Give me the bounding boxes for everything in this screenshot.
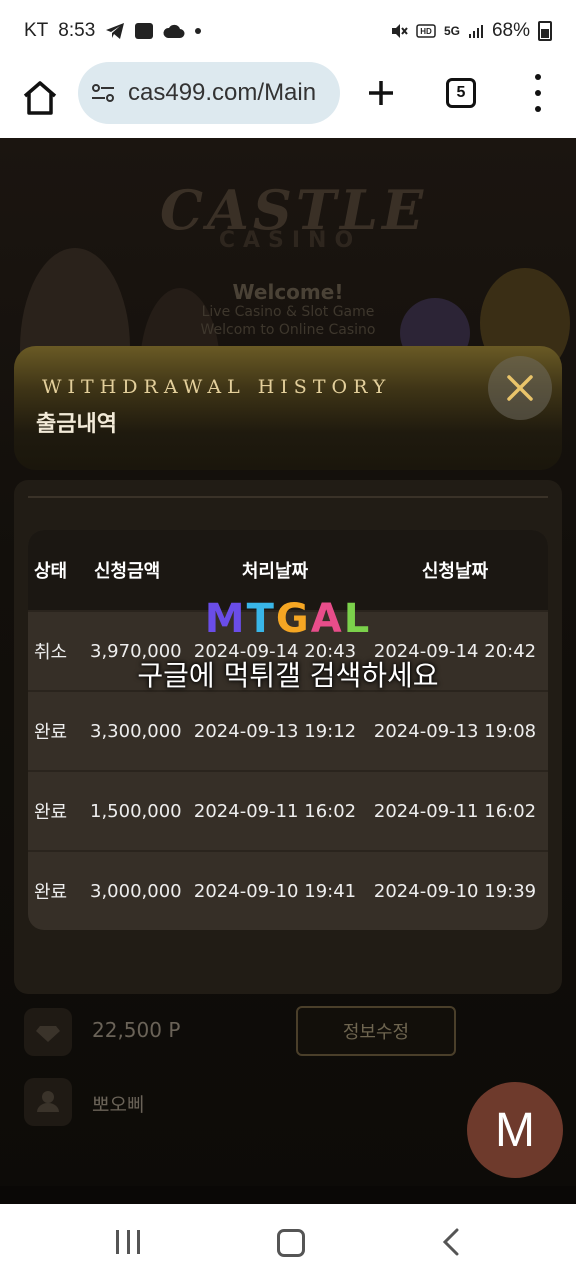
status-bar: KT 8:53 HD 5G 68% — [0, 0, 576, 62]
row-requested-date: 2024-09-10 19:39 — [373, 880, 537, 902]
hd-icon: HD — [416, 24, 436, 38]
modal-header: WITHDRAWAL HISTORY 출금내역 — [14, 346, 562, 470]
column-header-requested: 신청날짜 — [421, 561, 489, 582]
mute-icon — [391, 24, 408, 38]
watermark-letter: T — [246, 596, 276, 642]
tab-switcher-button[interactable]: 5 — [446, 78, 476, 108]
table-row: 완료 3,300,000 2024-09-13 19:12 2024-09-13… — [28, 690, 548, 770]
battery-percent: 68% — [491, 20, 530, 41]
chat-fab-button[interactable]: M — [467, 1082, 563, 1178]
overflow-menu-icon[interactable] — [530, 74, 546, 112]
modal-eyebrow: WITHDRAWAL HISTORY — [42, 376, 392, 398]
svg-text:HD: HD — [420, 27, 432, 36]
row-status: 완료 — [34, 722, 68, 743]
row-amount: 3,000,000 — [90, 880, 182, 902]
close-icon — [507, 375, 533, 401]
watermark-logo: MTGAL — [190, 596, 386, 642]
new-tab-icon[interactable] — [364, 76, 398, 110]
cloud-icon — [163, 24, 185, 38]
row-status: 완료 — [34, 802, 68, 823]
user-icon — [24, 1078, 72, 1126]
points-balance: 22,500 P — [92, 1018, 181, 1042]
recent-apps-icon[interactable] — [116, 1230, 140, 1254]
hero-line-1: Live Casino & Slot Game — [201, 304, 375, 320]
url-text: cas499.com/Main — [128, 79, 317, 106]
row-processed-date: 2024-09-10 19:41 — [193, 880, 357, 902]
address-bar[interactable]: cas499.com/Main — [78, 62, 340, 124]
page-bottom-bar — [0, 1186, 576, 1204]
row-status: 완료 — [34, 882, 68, 903]
row-requested-date: 2024-09-13 19:08 — [373, 720, 537, 742]
telegram-icon — [106, 23, 125, 39]
row-requested-date: 2024-09-11 16:02 — [373, 800, 537, 822]
battery-icon — [538, 21, 552, 41]
watermark-text: 구글에 먹튀갤 검색하세요 — [137, 659, 439, 692]
withdrawal-table: 상태 신청금액 처리날짜 신청날짜 취소 3,970,000 2024-09-1… — [28, 530, 548, 930]
modal-body: 상태 신청금액 처리날짜 신청날짜 취소 3,970,000 2024-09-1… — [14, 480, 562, 994]
table-row: 완료 1,500,000 2024-09-11 16:02 2024-09-11… — [28, 770, 548, 850]
row-processed-date: 2024-09-13 19:12 — [193, 720, 357, 742]
divider — [28, 496, 548, 498]
row-amount: 1,500,000 — [90, 800, 182, 822]
network-type: 5G — [443, 24, 460, 38]
hero-logo-sub: CASINO — [218, 228, 362, 253]
close-button[interactable] — [488, 356, 552, 420]
diamond-icon — [24, 1008, 72, 1056]
table-row: 완료 3,000,000 2024-09-10 19:41 2024-09-10… — [28, 850, 548, 930]
hero-welcome: Welcome! — [232, 280, 344, 304]
column-header-status: 상태 — [34, 561, 68, 582]
username: 뽀오삐 — [92, 1094, 145, 1116]
signal-icon — [468, 25, 483, 38]
back-icon[interactable] — [440, 1228, 464, 1256]
column-header-amount: 신청금액 — [94, 561, 161, 582]
system-nav-bar — [0, 1204, 576, 1280]
carrier: KT — [24, 20, 49, 41]
home-nav-icon[interactable] — [277, 1229, 305, 1257]
watermark-letter: L — [343, 596, 372, 642]
clock: 8:53 — [58, 20, 96, 41]
edit-profile-button[interactable]: 정보수정 — [296, 1006, 456, 1056]
watermark-letter: A — [310, 596, 344, 642]
watermark-letter: M — [204, 596, 247, 642]
row-amount: 3,300,000 — [90, 720, 182, 742]
watermark-letter: G — [275, 596, 311, 642]
row-processed-date: 2024-09-11 16:02 — [193, 800, 357, 822]
hero-line-2: Welcom to Online Casino — [200, 322, 376, 338]
site-settings-icon[interactable] — [90, 80, 116, 106]
gallery-icon — [135, 23, 154, 39]
notification-dot-icon — [195, 28, 202, 34]
browser-toolbar: cas499.com/Main 5 — [0, 62, 576, 138]
modal-title: 출금내역 — [36, 412, 117, 437]
home-icon[interactable] — [18, 76, 62, 120]
